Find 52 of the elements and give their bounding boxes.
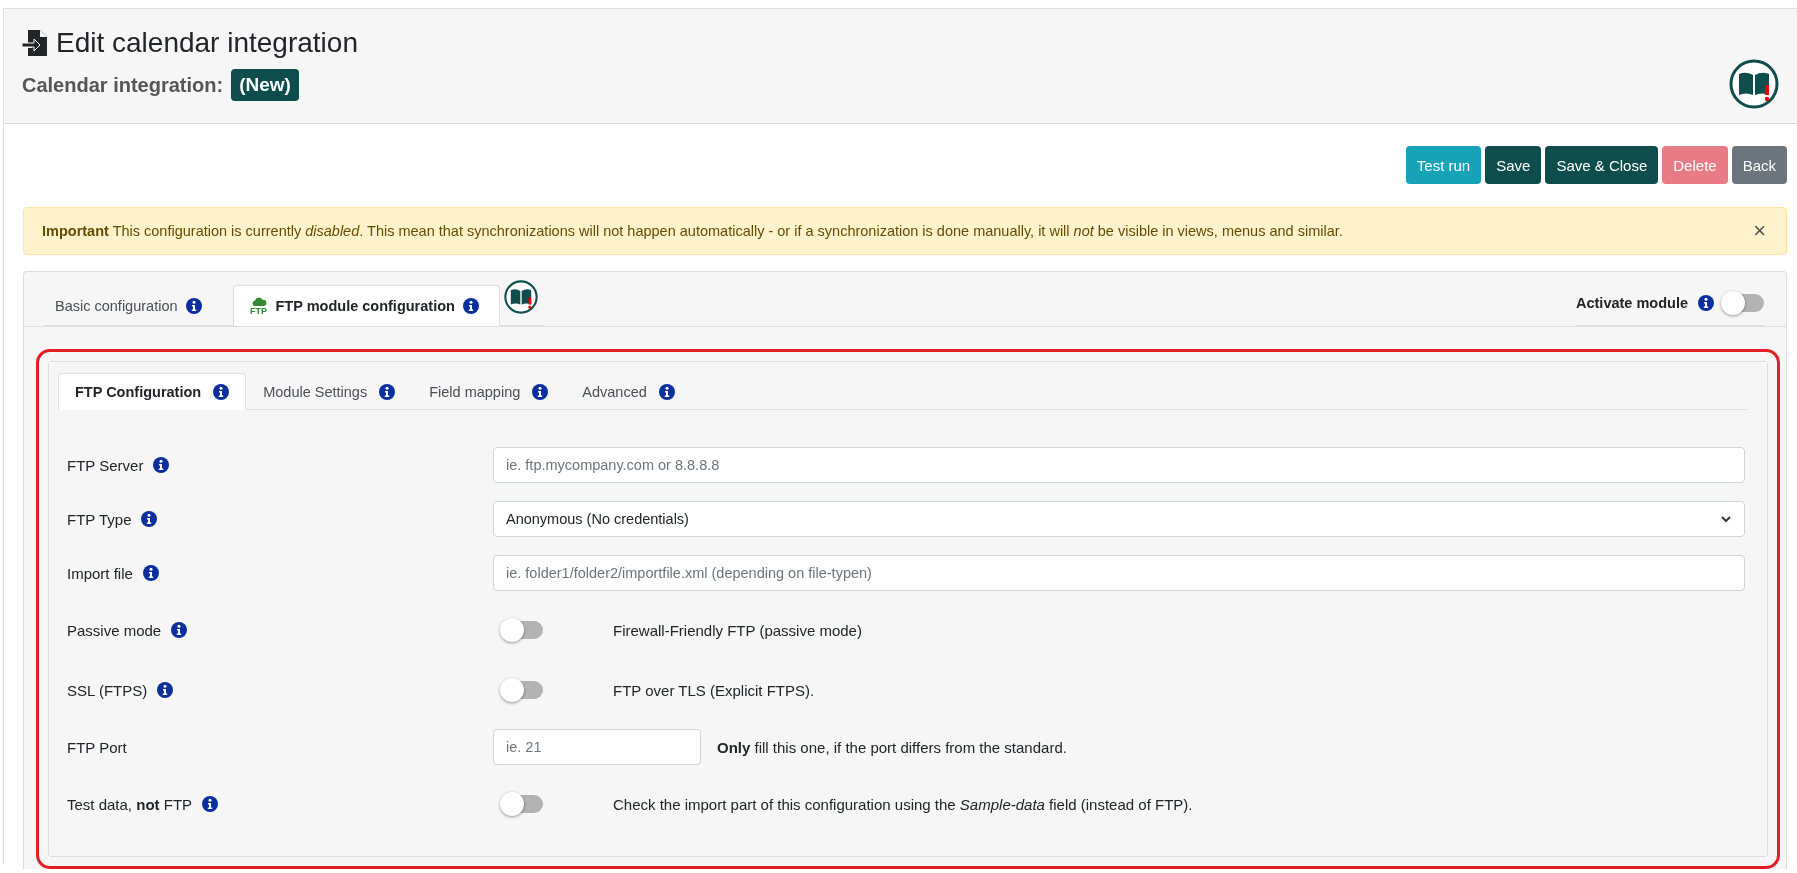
info-icon[interactable] [171,622,188,638]
field-label: Import file [67,564,133,582]
toggle-label: Activate module [1576,294,1688,311]
text-field[interactable]: ie. 21 [493,729,701,765]
tab[interactable]: Basic configuration [45,285,223,326]
info-icon[interactable] [379,383,396,400]
action-button[interactable]: Save & Close [1545,146,1659,184]
toggle-switch[interactable] [503,621,543,639]
tab[interactable]: FTP Configuration [58,373,247,410]
tab[interactable]: Field mapping [412,373,566,410]
info-icon[interactable] [142,565,159,581]
info-icon[interactable] [462,297,479,314]
info-icon[interactable] [658,383,675,400]
dropdown[interactable]: Anonymous (No credentials) [493,501,1745,537]
field-label: FTP Port [67,738,127,756]
action-button[interactable]: Save [1485,146,1542,184]
field-label: FTP Type [67,510,132,528]
field-label: SSL (FTPS) [67,681,148,699]
field-label: Passive mode [67,621,162,639]
field-description: FTP over TLS (Explicit FTPS). [613,681,815,699]
close-button[interactable]: × [1751,220,1768,242]
icon-caption: FTP [250,306,267,316]
info-icon[interactable] [141,511,158,527]
toggle-switch[interactable] [503,795,543,813]
page-title: Edit calendar integration [56,27,358,59]
book-icon[interactable] [503,280,538,314]
field-description: Only fill this one, if the port differs from the standard. [717,738,1067,756]
info-icon[interactable] [157,682,174,698]
chevron-down-icon [1720,513,1732,525]
toggle-switch[interactable] [503,681,543,699]
tab[interactable]: Module Settings [246,373,413,410]
info-icon[interactable] [213,383,230,400]
info-icon[interactable] [1698,294,1714,311]
text-field[interactable]: ie. folder1/folder2/importfile.xml (depending on file-typen) [493,555,1745,591]
status-badge: (New) [231,69,299,101]
file-import-icon [22,29,48,57]
info-icon[interactable] [153,457,170,473]
record-label: Calendar integration: [22,73,224,97]
alert-message: Important This configuration is currently disabled. This mean that synchronizations will not happen automatically - or if a synchronization is done manually, it will not be visible in views, menus and similar. [42,223,1343,239]
action-button[interactable]: Back [1731,146,1787,184]
info-icon[interactable] [532,383,549,400]
field-label: FTP Server [67,456,144,474]
toggle-switch[interactable] [1724,293,1764,312]
field-description: Check the import part of this configuration using the Sample-data field (instead of FTP). [613,795,1193,813]
field-description: Firewall-Friendly FTP (passive mode) [613,621,862,639]
info-icon[interactable] [202,796,219,812]
info-icon[interactable] [185,297,202,314]
book-icon[interactable] [1729,59,1779,109]
tab[interactable]: FTP FTP module configuration [232,285,500,326]
tab[interactable]: Advanced [565,373,692,410]
text-field[interactable]: ie. ftp.mycompany.com or 8.8.8.8 [493,447,1745,483]
field-label: Test data, not FTP [67,795,193,813]
